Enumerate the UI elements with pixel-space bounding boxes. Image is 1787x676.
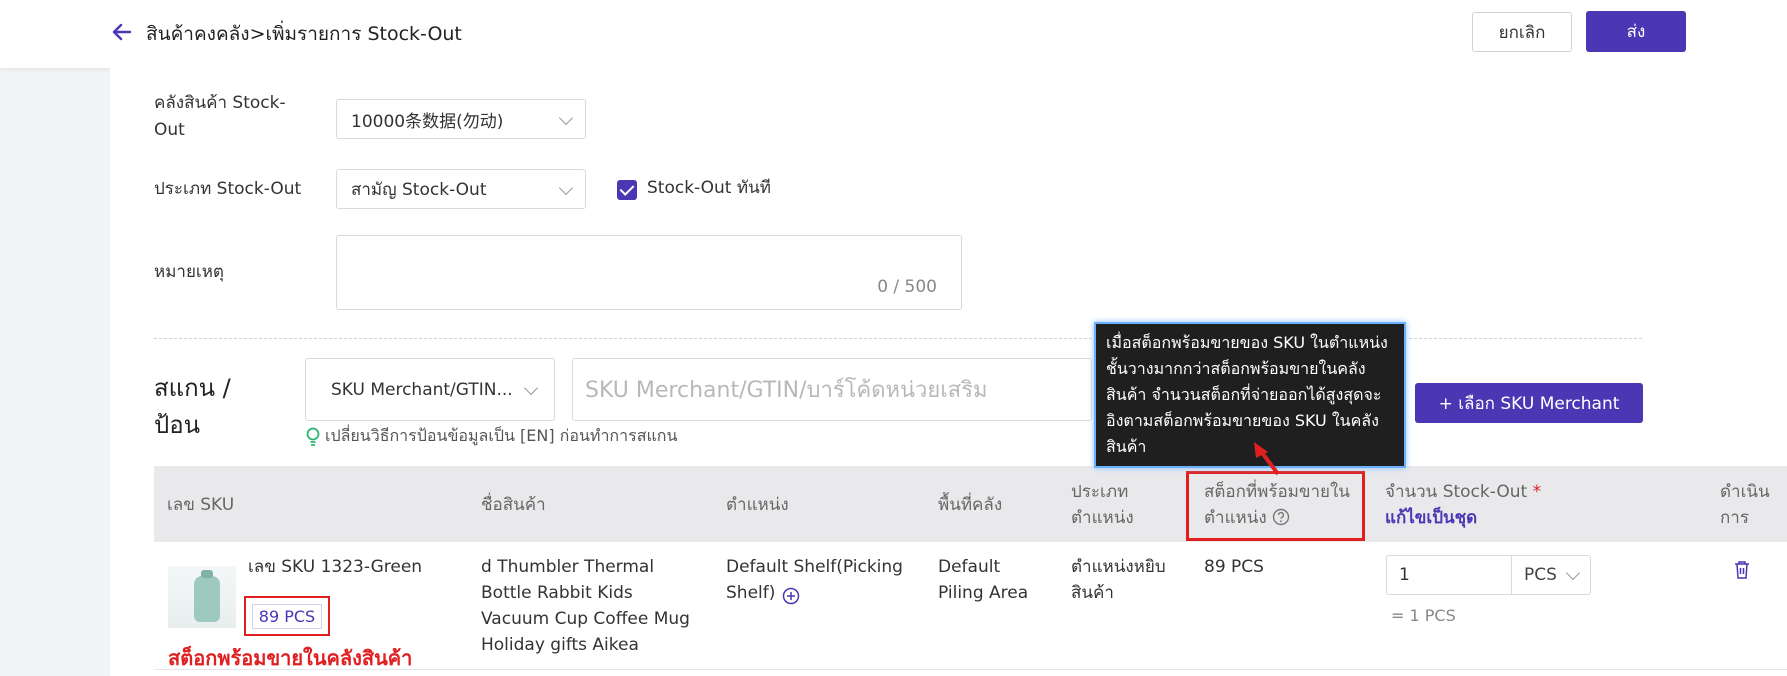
unit-conversion: = 1 PCS xyxy=(1391,606,1456,625)
stockout-type-label: ประเภท Stock-Out xyxy=(154,179,302,199)
select-sku-merchant-button[interactable]: + เลือก SKU Merchant xyxy=(1415,383,1643,423)
chevron-down-icon xyxy=(558,110,574,126)
warehouse-select-value: 10000条数据(勿动) xyxy=(351,111,504,132)
col-stockout-qty: จำนวน Stock-Out * xyxy=(1385,479,1541,505)
scan-mode-select[interactable]: SKU Merchant/GTIN... xyxy=(305,358,555,421)
chevron-down-icon xyxy=(558,180,574,196)
sku-stock-badge: 89 PCS xyxy=(251,603,323,629)
annotation-warehouse-stock: สต็อกพร้อมขายในคลังสินค้า xyxy=(168,646,413,670)
delete-icon[interactable] xyxy=(1733,560,1751,580)
table-header: เลข SKU ชื่อสินค้า ตำแหน่ง พื้นที่คลัง ป… xyxy=(154,466,1787,542)
col-action: ดำเนินการ xyxy=(1720,482,1770,528)
annotation-arrow-icon xyxy=(1254,442,1280,476)
section-divider xyxy=(154,338,1642,339)
warehouse-area: Default Piling Area xyxy=(938,557,1029,603)
chevron-down-icon xyxy=(523,380,539,396)
col-product-name: ชื่อสินค้า xyxy=(481,495,546,515)
required-mark: * xyxy=(1532,482,1542,502)
location-type: ตำแหน่งหยิบสินค้า xyxy=(1071,557,1166,603)
unit-select[interactable]: PCS xyxy=(1511,555,1591,595)
scan-input[interactable]: SKU Merchant/GTIN/บาร์โค้ดหน่วยเสริม xyxy=(572,358,1092,421)
col-area: พื้นที่คลัง xyxy=(938,495,1003,515)
product-image xyxy=(168,566,236,628)
available-stock-highlight xyxy=(1186,471,1365,541)
warehouse-select[interactable]: 10000条数据(勿动) xyxy=(336,99,586,139)
cancel-button[interactable]: ยกเลิก xyxy=(1472,12,1572,52)
remark-label: หมายเหตุ xyxy=(154,262,224,282)
scan-mode-value: SKU Merchant/GTIN... xyxy=(331,379,513,400)
sku-stock-highlight: 89 PCS xyxy=(244,596,330,636)
stockout-qty-input[interactable]: 1 xyxy=(1386,555,1512,595)
remark-textarea[interactable]: 0 / 500 xyxy=(336,235,962,310)
sku-number: เลข SKU 1323-Green xyxy=(248,557,423,577)
unit-select-value: PCS xyxy=(1524,565,1557,585)
bottle-image xyxy=(194,570,220,622)
batch-edit-link[interactable]: แก้ไขเป็นชุด xyxy=(1385,505,1477,531)
available-stock-value: 89 PCS xyxy=(1204,557,1264,577)
scan-hint-text: เปลี่ยนวิธีการป้อนข้อมูลเป็น [EN] ก่อนทำ… xyxy=(325,426,678,445)
stockout-type-value: สามัญ Stock-Out xyxy=(351,179,487,200)
lightbulb-icon xyxy=(306,427,320,446)
instant-stockout-label[interactable]: Stock-Out ทันที xyxy=(647,175,771,202)
send-button[interactable]: ส่ง xyxy=(1586,11,1686,52)
product-name: d Thumbler Thermal Bottle Rabbit Kids Va… xyxy=(481,557,690,655)
back-arrow-icon[interactable] xyxy=(110,20,134,44)
stockout-type-select[interactable]: สามัญ Stock-Out xyxy=(336,169,586,209)
instant-stockout-checkbox[interactable] xyxy=(617,180,637,200)
location-name: Default Shelf(Picking Shelf) xyxy=(726,557,903,603)
chevron-down-icon xyxy=(1565,565,1581,581)
col-location-type: ประเภทตำแหน่ง xyxy=(1071,482,1134,528)
remark-counter: 0 / 500 xyxy=(877,277,937,297)
scan-hint: เปลี่ยนวิธีการป้อนข้อมูลเป็น [EN] ก่อนทำ… xyxy=(305,424,677,449)
scan-label: สแกน / ป้อน xyxy=(154,374,231,439)
warehouse-label: คลังสินค้า Stock-Out xyxy=(154,93,286,140)
top-bar: สินค้าคงคลัง>เพิ่มรายการ Stock-Out ยกเลิ… xyxy=(0,0,1787,68)
col-location: ตำแหน่ง xyxy=(726,495,789,515)
col-sku: เลข SKU xyxy=(167,495,235,515)
breadcrumb: สินค้าคงคลัง>เพิ่มรายการ Stock-Out xyxy=(146,23,462,45)
col-stockout-qty-text: จำนวน Stock-Out xyxy=(1385,482,1528,502)
add-location-icon[interactable] xyxy=(782,587,800,605)
